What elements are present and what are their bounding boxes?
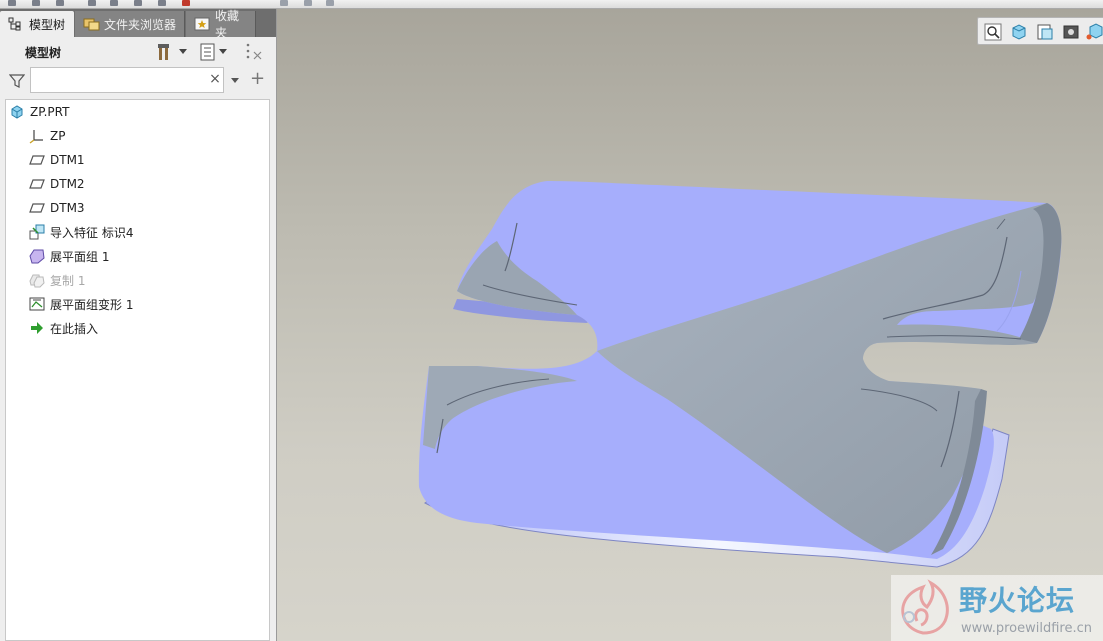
tree-item-label: DTM2	[50, 177, 85, 191]
tab-folder-browser[interactable]: 文件夹浏览器	[75, 11, 185, 37]
chevron-down-icon	[179, 49, 187, 54]
watermark-url: www.proewildfire.cn	[961, 621, 1092, 636]
tree-item-label: 展平面组变形 1	[50, 297, 134, 312]
search-input[interactable]	[30, 67, 224, 93]
tree-item-part[interactable]: ZP.PRT	[9, 101, 69, 123]
clear-icon[interactable]: ×	[208, 71, 222, 87]
tree-item-insert-here[interactable]: 在此插入	[29, 317, 98, 339]
toolbar-icon[interactable]	[280, 0, 288, 6]
tree-item-label: 在此插入	[50, 321, 99, 336]
datum-plane-icon	[29, 152, 45, 168]
graphics-viewport[interactable]: 野火论坛 www.proewildfire.cn	[277, 9, 1103, 641]
flatten-deform-icon	[29, 296, 45, 312]
csys-icon	[29, 128, 45, 144]
toolbar-icon[interactable]	[134, 0, 142, 6]
insert-here-icon	[29, 320, 45, 336]
toolbar-icon[interactable]	[88, 0, 96, 6]
chevron-down-icon	[219, 49, 227, 54]
tree-header-title: 模型树	[25, 46, 62, 60]
zoom-icon[interactable]	[984, 23, 1002, 41]
toolbar-icon[interactable]	[182, 0, 190, 6]
tree-item-copy[interactable]: 复制 1	[29, 269, 85, 291]
import-feature-icon	[29, 224, 45, 240]
show-dropdown-button[interactable]	[200, 42, 227, 62]
tree-item-flatten-quilt[interactable]: 展平面组 1	[29, 245, 109, 267]
model-tree: ZP.PRT ZP DTM1 DTM2 DTM3 导入特征 标识4 展平面组 1…	[5, 99, 270, 641]
watermark-name: 野火论坛	[959, 584, 1076, 617]
tree-item-import-feature[interactable]: 导入特征 标识4	[29, 221, 133, 243]
tree-item-datum-plane[interactable]: DTM2	[29, 173, 85, 195]
toolbar-icon[interactable]	[32, 0, 40, 6]
folder-browser-icon	[83, 17, 100, 31]
toolbar-icon[interactable]	[304, 0, 312, 6]
tree-item-label: 导入特征 标识4	[50, 225, 134, 240]
top-toolbar-strip	[0, 0, 1103, 9]
tree-header: 模型树	[0, 39, 276, 65]
tab-label: 收藏夹	[215, 9, 240, 40]
tree-item-label: DTM3	[50, 201, 85, 215]
toolbar-icon[interactable]	[110, 0, 118, 6]
tree-item-label: 复制 1	[50, 273, 86, 288]
part-icon	[9, 104, 25, 120]
refit-icon[interactable]	[1010, 23, 1028, 41]
list-view-icon	[200, 43, 215, 61]
model-flattened-surface	[418, 181, 1062, 568]
datum-plane-icon	[29, 200, 45, 216]
tree-item-csys[interactable]: ZP	[29, 125, 65, 147]
datum-display-icon[interactable]	[1086, 23, 1103, 41]
saved-views-icon[interactable]	[1036, 23, 1054, 41]
tree-item-label: ZP	[50, 129, 66, 143]
display-style-icon[interactable]	[1062, 23, 1080, 41]
navigator-tabbar: 模型树 文件夹浏览器 收藏夹	[0, 9, 276, 40]
toolbar-icon[interactable]	[326, 0, 334, 6]
view-toolbar	[977, 17, 1103, 45]
model-tree-icon	[8, 17, 24, 31]
tab-favorites[interactable]: 收藏夹	[186, 9, 256, 40]
tree-item-label: ZP.PRT	[30, 105, 70, 119]
add-filter-icon[interactable]: +	[250, 69, 265, 89]
navigator-panel: 模型树 文件夹浏览器 收藏夹 模型树 × + ZP.PRT ZP DTM1 DT…	[0, 9, 277, 641]
datum-plane-icon	[29, 176, 45, 192]
filter-row: × +	[0, 67, 276, 95]
chevron-down-icon[interactable]	[230, 73, 240, 87]
tab-model-tree[interactable]: 模型树	[0, 11, 74, 37]
watermark: 野火论坛 www.proewildfire.cn	[891, 575, 1103, 641]
more-options-icon	[246, 43, 262, 60]
tools-icon	[158, 44, 169, 60]
copy-icon	[29, 272, 45, 288]
toolbar-icon[interactable]	[8, 0, 16, 6]
favorites-icon	[194, 17, 210, 31]
tab-label: 文件夹浏览器	[104, 17, 177, 32]
tree-item-datum-plane[interactable]: DTM3	[29, 197, 85, 219]
tree-item-flatten-deform[interactable]: 展平面组变形 1	[29, 293, 133, 315]
toolbar-icon[interactable]	[158, 0, 166, 6]
settings-dropdown-button[interactable]	[156, 42, 187, 62]
wildfire-logo-icon	[901, 579, 949, 635]
tree-item-label: DTM1	[50, 153, 85, 167]
tree-item-label: 展平面组 1	[50, 249, 110, 264]
tree-item-datum-plane[interactable]: DTM1	[29, 149, 85, 171]
tab-label: 模型树	[29, 17, 66, 32]
flatten-quilt-icon	[29, 248, 45, 264]
toolbar-icon[interactable]	[56, 0, 64, 6]
filter-icon[interactable]	[9, 73, 25, 89]
panel-options-button[interactable]	[244, 42, 264, 62]
